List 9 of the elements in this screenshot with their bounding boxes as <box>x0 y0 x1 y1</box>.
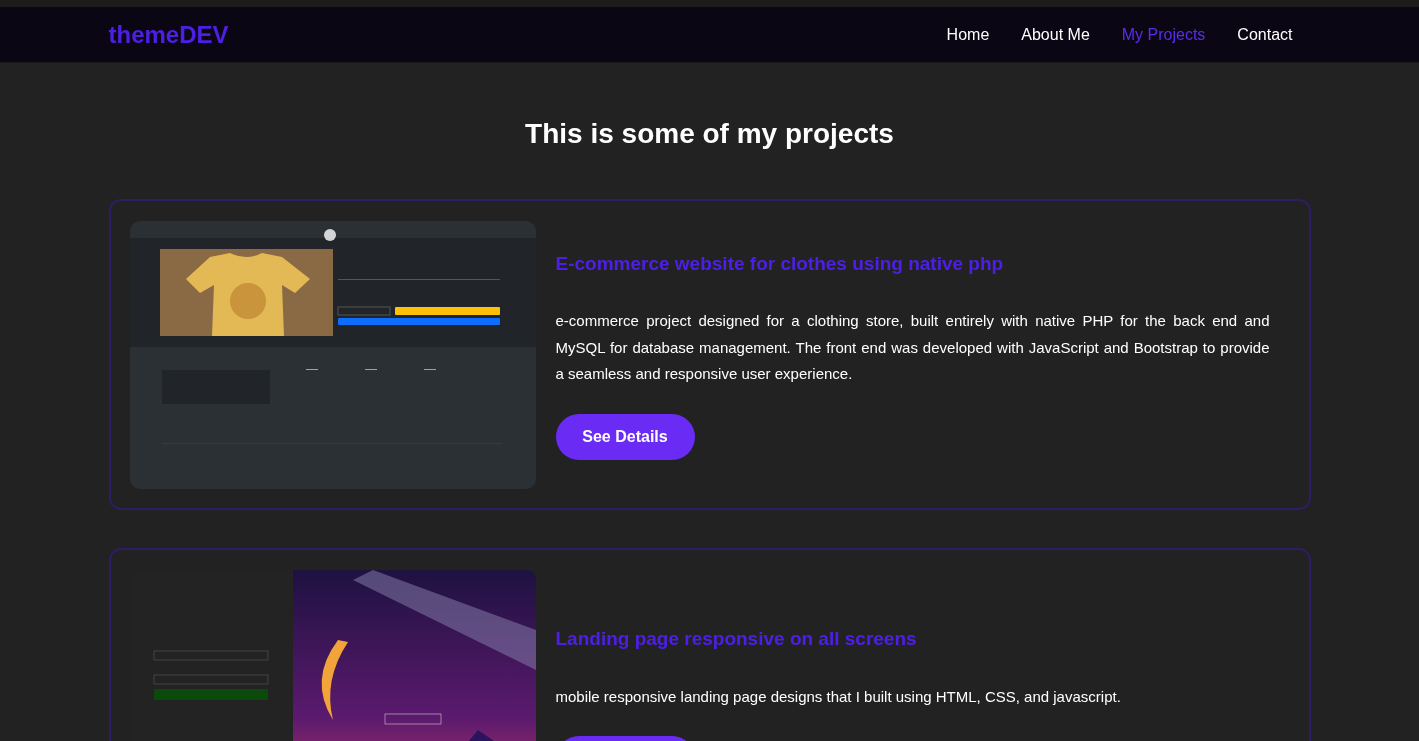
project-title: Landing page responsive on all screens <box>555 627 917 651</box>
nav-link[interactable]: About Me <box>1021 22 1090 47</box>
project-description: mobile responsive landing page designs that I built using HTML, CSS, and javascript. <box>555 686 1121 707</box>
page-heading: This is some of my projects <box>524 117 895 151</box>
nav-link[interactable]: Home <box>946 22 990 47</box>
project-description: e-commerce project designed for a clothing store, built entirely with native PHP for the back end and MySQL for database management. The front end was developed with JavaScript and Bootstrap to provide a seamless and responsive user experience. <box>555 311 1270 384</box>
project-title: E-commerce website for clothes using native php <box>555 251 1004 276</box>
nav-link[interactable]: Contact <box>1237 22 1293 47</box>
details-button[interactable]: See Details <box>555 413 695 460</box>
